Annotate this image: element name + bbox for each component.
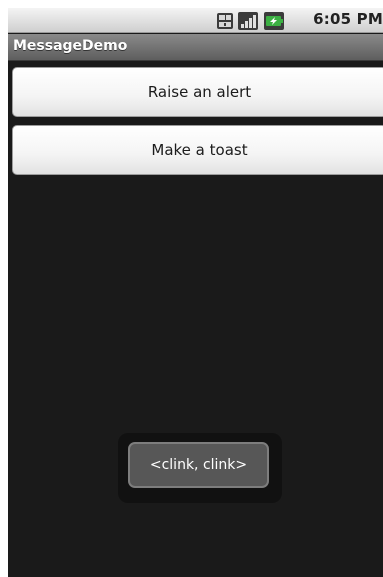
signal-strength-icon <box>238 12 258 30</box>
battery-charging-icon <box>264 12 284 30</box>
make-toast-button[interactable]: Make a toast <box>12 125 383 175</box>
sim-card-icon <box>217 13 233 29</box>
status-bar: 6:05 PM <box>8 8 383 33</box>
title-bar: MessageDemo <box>8 34 383 61</box>
phone-screen: 6:05 PM MessageDemo Raise an alert Make … <box>8 8 383 577</box>
raise-alert-button[interactable]: Raise an alert <box>12 67 383 117</box>
app-title: MessageDemo <box>13 38 128 54</box>
status-clock: 6:05 PM <box>313 10 383 28</box>
toast-message: <clink, clink> <box>128 442 269 488</box>
